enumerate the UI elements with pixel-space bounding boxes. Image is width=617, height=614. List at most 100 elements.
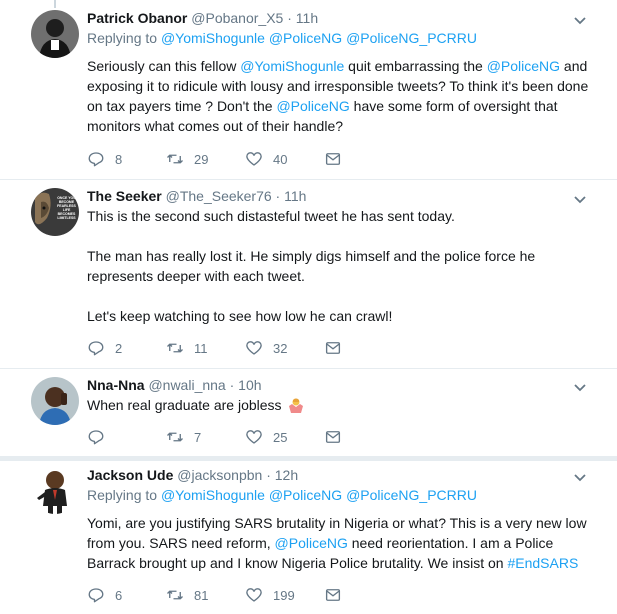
separator: ·	[283, 10, 296, 26]
like-icon	[246, 152, 262, 166]
timestamp[interactable]: 10h	[238, 377, 261, 393]
tweet-paragraph: This is the second such distasteful twee…	[87, 208, 455, 224]
dm-icon	[325, 431, 341, 443]
replying-to: Replying to @YomiShogunle @PoliceNG @Pol…	[87, 486, 605, 505]
dm-button[interactable]	[324, 150, 403, 168]
user-handle[interactable]: @nwali_nna	[148, 377, 225, 393]
like-icon	[246, 430, 262, 444]
display-name[interactable]: The Seeker	[87, 188, 162, 204]
reply-icon	[88, 430, 104, 445]
reply-icon	[88, 152, 104, 167]
mention-link[interactable]: @PoliceNG	[487, 58, 560, 74]
replying-mention[interactable]: @YomiShogunle	[161, 487, 265, 503]
avatar[interactable]: ONCE YOU BECOME FEARLESS LIFE BECOMES LI…	[31, 188, 79, 236]
like-button[interactable]: 40	[245, 150, 324, 168]
dm-icon	[325, 342, 341, 354]
avatar[interactable]	[31, 466, 79, 514]
tweet[interactable]: Patrick Obanor @Pobanor_X5 · 11h Replyin…	[0, 0, 617, 179]
reply-button[interactable]: 2	[87, 339, 166, 357]
replying-mention[interactable]: @PoliceNG	[269, 30, 342, 46]
retweet-icon	[167, 343, 183, 353]
tweet-paragraph: The man has really lost it. He simply di…	[87, 248, 536, 284]
like-button[interactable]: 32	[245, 339, 324, 357]
timestamp[interactable]: 11h	[284, 188, 306, 204]
retweet-button[interactable]: 29	[166, 150, 245, 168]
hashtag-link[interactable]: #EndSARS	[507, 555, 578, 571]
tweet[interactable]: Jackson Ude @jacksonpbn · 12h Replying t…	[0, 461, 617, 614]
display-name[interactable]: Nna-Nna	[87, 377, 145, 393]
retweet-count: 81	[194, 587, 209, 603]
reply-count: 6	[115, 587, 123, 603]
dm-button[interactable]	[324, 586, 403, 604]
tweet-header: Patrick Obanor @Pobanor_X5 · 11h	[87, 9, 605, 28]
reply-icon	[88, 588, 104, 603]
separator: ·	[271, 188, 285, 204]
tweet-text: Seriously can this fellow @YomiShogunle …	[87, 56, 605, 136]
like-icon	[246, 588, 262, 602]
user-handle[interactable]: @The_Seeker76	[166, 188, 272, 204]
replying-mention[interactable]: @PoliceNG_PCRRU	[346, 30, 477, 46]
retweet-count: 7	[194, 429, 202, 445]
mention-link[interactable]: @PoliceNG	[276, 98, 349, 114]
timestamp[interactable]: 11h	[296, 10, 318, 26]
replying-prefix: Replying to	[87, 30, 161, 46]
like-button[interactable]: 25	[245, 428, 324, 446]
tweet-actions: 7 25	[87, 427, 403, 447]
tweet-header: Nna-Nna @nwali_nna · 10h	[87, 376, 605, 395]
thread-line-top	[54, 0, 56, 8]
retweet-button[interactable]: 11	[166, 339, 245, 357]
tweet-actions: 2 11 32	[87, 338, 403, 358]
timestamp[interactable]: 12h	[275, 467, 298, 483]
dm-button[interactable]	[324, 339, 403, 357]
text-part: quit embarrassing the	[344, 58, 487, 74]
tweet-header: Jackson Ude @jacksonpbn · 12h	[87, 466, 605, 485]
user-handle[interactable]: @jacksonpbn	[177, 467, 262, 483]
tweet-text-content: When real graduate are jobless	[87, 397, 282, 413]
retweet-icon	[167, 590, 183, 600]
like-icon	[246, 341, 262, 355]
tweet-actions: 6 81 199	[87, 585, 403, 605]
retweet-button[interactable]: 81	[166, 586, 245, 604]
tweet[interactable]: ONCE YOU BECOME FEARLESS LIFE BECOMES LI…	[0, 180, 617, 368]
like-button[interactable]: 199	[245, 586, 324, 604]
like-count: 32	[273, 340, 288, 356]
display-name[interactable]: Jackson Ude	[87, 467, 173, 483]
like-count: 40	[273, 151, 288, 167]
replying-mention[interactable]: @PoliceNG	[269, 487, 342, 503]
reply-button[interactable]: 6	[87, 586, 166, 604]
reply-count: 2	[115, 340, 123, 356]
like-count: 25	[273, 429, 288, 445]
replying-mention[interactable]: @YomiShogunle	[161, 30, 265, 46]
tweet-text: Yomi, are you justifying SARS brutality …	[87, 513, 605, 573]
user-handle[interactable]: @Pobanor_X5	[191, 10, 283, 26]
retweet-icon	[167, 432, 183, 442]
dm-icon	[325, 153, 341, 165]
retweet-button[interactable]: 7	[166, 428, 245, 446]
conversation-feed: Patrick Obanor @Pobanor_X5 · 11h Replyin…	[0, 0, 617, 614]
person-shrugging-emoji	[289, 398, 304, 413]
reply-button[interactable]: 8	[87, 150, 166, 168]
replying-mention[interactable]: @PoliceNG_PCRRU	[346, 487, 477, 503]
retweet-icon	[167, 154, 183, 164]
tweet-paragraph: Let's keep watching to see how low he ca…	[87, 308, 393, 324]
mention-link[interactable]: @PoliceNG	[275, 535, 348, 551]
like-count: 199	[273, 587, 295, 603]
mention-link[interactable]: @YomiShogunle	[240, 58, 344, 74]
avatar[interactable]	[31, 377, 79, 425]
dm-icon	[325, 589, 341, 601]
retweet-count: 11	[194, 340, 208, 356]
reply-count: 8	[115, 151, 123, 167]
display-name[interactable]: Patrick Obanor	[87, 10, 187, 26]
reply-icon	[88, 341, 104, 356]
text-part: Seriously can this fellow	[87, 58, 241, 74]
retweet-count: 29	[194, 151, 209, 167]
separator: ·	[225, 377, 239, 393]
tweet-text: When real graduate are jobless	[87, 395, 605, 415]
avatar[interactable]	[31, 10, 79, 58]
tweet[interactable]: Nna-Nna @nwali_nna · 10h When real gradu…	[0, 369, 617, 456]
separator: ·	[262, 467, 275, 483]
replying-to: Replying to @YomiShogunle @PoliceNG @Pol…	[87, 29, 605, 48]
dm-button[interactable]	[324, 428, 403, 446]
reply-button[interactable]	[87, 428, 166, 446]
tweet-actions: 8 29 40	[87, 149, 403, 169]
